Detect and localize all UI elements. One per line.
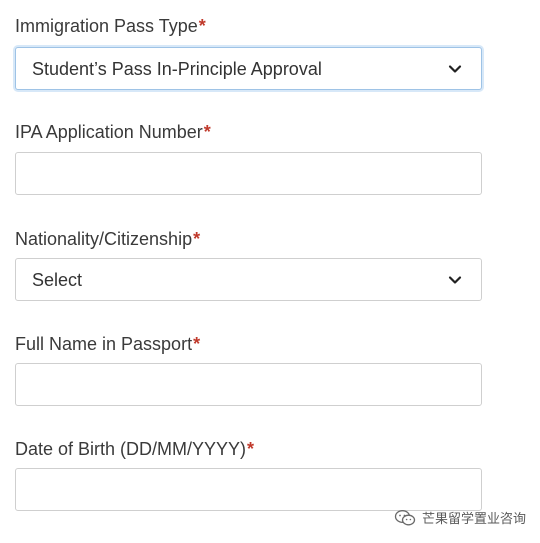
pass-type-select[interactable]: Student’s Pass In-Principle Approval [15,47,482,90]
required-asterisk: * [193,229,201,249]
full-name-input[interactable] [15,363,482,406]
required-asterisk: * [247,439,255,459]
nationality-label-text: Nationality/Citizenship [15,229,193,249]
watermark: 芒果留学置业咨询 [394,508,526,527]
watermark-text: 芒果留学置业咨询 [421,511,526,526]
pass-type-selected-value: Student’s Pass In-Principle Approval [32,59,322,79]
chevron-down-icon [448,65,462,73]
nationality-select[interactable]: Select [15,258,482,301]
required-asterisk: * [198,16,206,36]
chevron-down-icon [448,276,462,284]
full-name-label: Full Name in Passport* [15,333,200,355]
pass-type-label: Immigration Pass Type* [15,15,206,37]
nationality-selected-value: Select [32,270,83,290]
ipa-number-label-text: IPA Application Number [15,122,203,142]
wechat-icon [394,509,416,525]
dob-label: Date of Birth (DD/MM/YYYY)* [15,438,254,460]
dob-label-text: Date of Birth (DD/MM/YYYY) [15,439,247,459]
required-asterisk: * [193,334,201,354]
ipa-number-label: IPA Application Number* [15,121,211,143]
required-asterisk: * [203,122,211,142]
ipa-number-input[interactable] [15,152,482,195]
full-name-label-text: Full Name in Passport [15,334,193,354]
dob-input[interactable] [15,468,482,511]
nationality-label: Nationality/Citizenship* [15,228,200,250]
pass-type-label-text: Immigration Pass Type [15,16,198,36]
